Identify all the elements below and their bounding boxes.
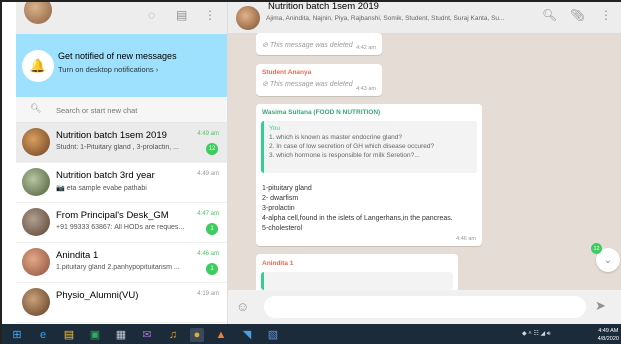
search-input[interactable] <box>56 102 206 118</box>
unread-badge: 12 <box>206 143 218 155</box>
avatar <box>22 248 50 276</box>
notification-link[interactable]: Turn on desktop notifications › <box>58 65 158 74</box>
emoji-icon[interactable]: ☺ <box>236 299 249 314</box>
windows-start-icon[interactable]: ⊞ <box>10 328 24 342</box>
group-members: Ajima, Anindita, Najnin, Piya, Rajbanshi… <box>266 15 505 22</box>
search-icon[interactable]: 🔍︎ <box>542 8 557 22</box>
unread-badge: 12 <box>591 243 602 254</box>
answer-line: 3-prolactin <box>262 205 295 212</box>
group-title: Nutrition batch 1sem 2019 <box>268 2 379 12</box>
quote-line: 2. In case of low secretion of GH which … <box>269 143 435 150</box>
chat-name: Nutrition batch 3rd year <box>56 170 155 181</box>
quoted-message <box>261 272 453 290</box>
quoted-message[interactable]: You 1. which is known as master endocrin… <box>261 121 477 173</box>
send-icon[interactable]: ➤ <box>595 298 606 314</box>
chrome-icon[interactable]: ● <box>190 328 204 342</box>
blocked-icon: ⊘ <box>262 81 268 88</box>
message-sender: Anindita 1 <box>262 260 294 267</box>
chat-item-anindita[interactable]: Anindita 1 1.pituitary gland 2.panhypopi… <box>16 243 227 283</box>
message-sender: Student Ananya <box>262 69 312 76</box>
quote-line: 3. which hormone is responsible for milk… <box>269 152 420 159</box>
app-window: ◌ ▤ ⋮ 🔔 Get notified of new messages Tur… <box>0 0 621 344</box>
message-bubble[interactable]: Anindita 1 <box>256 254 458 294</box>
message-time: 4:43 am <box>356 86 376 92</box>
chat-item-physio-alumni[interactable]: Physio_Alumni(VU) 4:19 am <box>16 283 227 323</box>
chevron-down-icon: ⌄ <box>603 254 613 266</box>
search-icon: 🔍︎ <box>30 103 42 113</box>
conversation-header[interactable]: Nutrition batch 1sem 2019 Ajima, Anindit… <box>228 2 621 34</box>
chat-item-nutrition-3rd[interactable]: Nutrition batch 3rd year 📷 eta sample ev… <box>16 163 227 203</box>
bell-off-icon: 🔔 <box>22 50 54 82</box>
chat-name: Nutrition batch 1sem 2019 <box>56 130 167 141</box>
unread-badge: 1 <box>206 223 218 235</box>
chat-time: 4:19 am <box>197 291 219 297</box>
message-bubble[interactable]: Wasima Sultana (FOOD N NUTRITION) You 1.… <box>256 104 482 246</box>
search-bar: 🔍︎ <box>16 97 227 123</box>
message-bubble[interactable]: Student Ananya ⊘ This message was delete… <box>256 64 382 96</box>
chat-snippet: +91 99333 63867: All HODs are reques... <box>56 224 185 231</box>
chat-snippet: 1.pituitary gland 2.panhypopituitarism .… <box>56 264 180 271</box>
sidebar-header: ◌ ▤ ⋮ <box>16 2 227 34</box>
mail-icon[interactable]: ✉ <box>140 328 154 342</box>
deleted-message: ⊘ This message was deleted <box>262 41 353 49</box>
app-icon[interactable]: ◥ <box>240 328 254 342</box>
menu-icon[interactable]: ⋮ <box>204 8 216 22</box>
answer-line: 5-cholesterol <box>262 225 303 232</box>
clock-time: 4:49 AM <box>598 328 619 334</box>
chat-name: Anindita 1 <box>56 250 99 261</box>
avatar <box>22 168 50 196</box>
answer-line: 2- dwarfism <box>262 195 299 202</box>
answer-line: 4-alpha cell,found in the islets of Lang… <box>262 215 453 222</box>
attach-icon[interactable]: 📎︎ <box>570 8 585 22</box>
system-tray-icons[interactable]: ◆ ˄ ☷ ◢ 🔊︎ <box>522 330 551 338</box>
sidebar: ◌ ▤ ⋮ 🔔 Get notified of new messages Tur… <box>16 2 228 324</box>
edge-browser-icon[interactable]: e <box>36 328 50 342</box>
avatar[interactable] <box>24 2 52 24</box>
calculator-icon[interactable]: ▦ <box>114 328 128 342</box>
status-icon[interactable]: ◌ <box>148 8 155 22</box>
menu-icon[interactable]: ⋮ <box>600 8 612 22</box>
file-explorer-icon[interactable]: ▤ <box>62 328 76 342</box>
chat-name: Physio_Alumni(VU) <box>56 290 139 301</box>
message-sender: Wasima Sultana (FOOD N NUTRITION) <box>262 109 381 116</box>
deleted-message: ⊘ This message was deleted <box>262 80 353 88</box>
answer-line: 1-pituitary gland <box>262 185 312 192</box>
conversation-panel: Nutrition batch 1sem 2019 Ajima, Anindit… <box>228 2 621 324</box>
message-input[interactable] <box>264 296 586 318</box>
clock-date: 4/8/2020 <box>597 336 619 342</box>
taskbar: ⊞ e ▤ ▣ ▦ ✉ ♫ ● ▲ ◥ ▧ ◆ ˄ ☷ ◢ 🔊︎ 4:49 AM… <box>2 324 621 344</box>
chat-item-principals-desk[interactable]: From Principal's Desk_GM +91 99333 63867… <box>16 203 227 243</box>
avatar[interactable] <box>236 6 260 30</box>
new-chat-icon[interactable]: ▤ <box>176 8 187 22</box>
chat-time: 4:46 am <box>197 251 219 257</box>
compose-bar: ☺ ➤ <box>228 290 621 324</box>
blocked-icon: ⊘ <box>262 42 268 49</box>
media-player-icon[interactable]: ♫ <box>166 328 180 342</box>
chat-snippet: 📷 eta sample evabe pathabi <box>56 185 147 192</box>
deleted-text: This message was deleted <box>269 81 353 88</box>
photos-icon[interactable]: ▧ <box>266 328 280 342</box>
notification-title: Get notified of new messages <box>58 51 177 61</box>
message-bubble[interactable]: ⊘ This message was deleted 4:42 am <box>256 33 382 55</box>
chat-time: 4:49 am <box>197 171 219 177</box>
avatar <box>22 208 50 236</box>
avatar <box>22 288 50 316</box>
quote-line: 1. which is known as master endocrine gl… <box>269 134 402 141</box>
unread-badge: 1 <box>206 263 218 275</box>
notification-banner[interactable]: 🔔 Get notified of new messages Turn on d… <box>16 34 227 97</box>
chat-time: 4:47 am <box>197 211 219 217</box>
avatar <box>22 128 50 156</box>
system-clock[interactable]: 4:49 AM 4/8/2020 <box>598 327 619 343</box>
deleted-text: This message was deleted <box>269 42 353 49</box>
quote-sender: You <box>269 125 280 132</box>
chat-name: From Principal's Desk_GM <box>56 210 169 221</box>
chat-time: 4:49 am <box>197 131 219 137</box>
message-time: 4:42 am <box>356 45 376 51</box>
store-icon[interactable]: ▣ <box>88 328 102 342</box>
vlc-icon[interactable]: ▲ <box>214 328 228 342</box>
chat-item-nutrition-1sem[interactable]: Nutrition batch 1sem 2019 Studnt: 1-Pitu… <box>16 123 227 163</box>
message-time: 4:46 am <box>456 236 476 242</box>
chat-snippet: Studnt: 1-Pituitary gland , 3-prolactin,… <box>56 144 179 151</box>
message-body: 1-pituitary gland 2- dwarfism 3-prolacti… <box>262 184 453 234</box>
